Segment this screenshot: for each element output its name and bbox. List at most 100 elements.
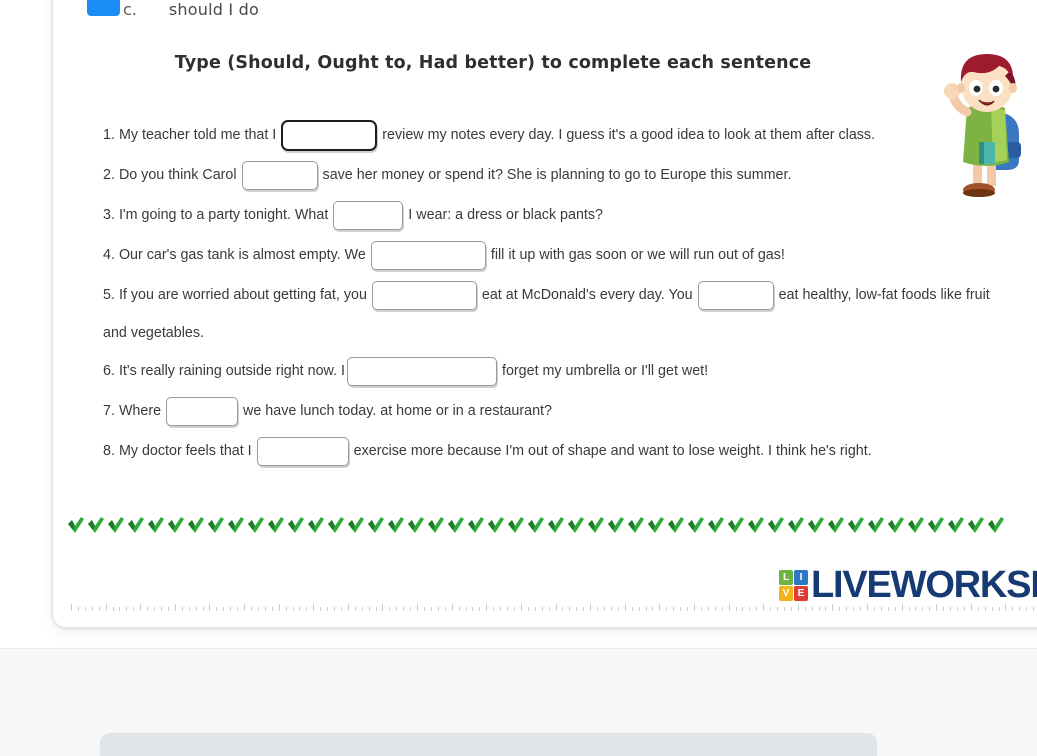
checkmark-icon — [608, 517, 624, 533]
ruler-tick — [597, 607, 599, 611]
checkmark-icon — [108, 517, 124, 533]
answer-input-4[interactable] — [370, 240, 486, 270]
checkmark-icon — [408, 517, 424, 533]
answer-input-7[interactable] — [166, 396, 239, 426]
ruler-tick — [98, 607, 100, 611]
checkmark-icon — [488, 517, 504, 533]
ruler-tick — [368, 607, 370, 611]
ruler-tick — [500, 607, 502, 611]
checkmark-icon — [888, 517, 904, 533]
ruler-tick — [950, 607, 952, 611]
question-text-before: If you are worried about getting fat, yo… — [118, 287, 367, 303]
ruler-tick — [354, 607, 356, 611]
ruler-tick — [728, 604, 730, 611]
ruler-tick — [583, 607, 585, 611]
checkmark-icon — [588, 517, 604, 533]
checkmark-icon — [448, 517, 464, 533]
answer-input-5b[interactable] — [697, 280, 774, 310]
checkmark-icon — [168, 517, 184, 533]
question-number: 3. — [103, 207, 115, 223]
question-text-after: eat healthy, low-fat foods like fruit — [778, 287, 990, 303]
ruler-tick — [998, 607, 1000, 611]
question-row: 5. If you are worried about getting fat,… — [53, 275, 1037, 315]
checkmark-icon — [968, 517, 984, 533]
ruler-tick — [437, 607, 439, 611]
ruler-tick — [112, 607, 114, 611]
ruler-tick — [908, 607, 910, 611]
ruler-tick — [763, 604, 765, 611]
question-number: 8. — [103, 443, 115, 459]
ruler-tick — [624, 604, 626, 611]
ruler-tick — [507, 607, 509, 611]
checkmark-divider — [65, 513, 1037, 539]
ruler-tick — [417, 604, 419, 611]
answer-input-6[interactable] — [346, 356, 497, 386]
ruler-tick — [458, 607, 460, 611]
ruler-tick — [216, 607, 218, 611]
ruler-tick — [693, 604, 695, 611]
ruler-tick — [645, 607, 647, 611]
checkmark-icon — [728, 517, 744, 533]
question-row: 8. My doctor feels that I exercise more … — [53, 431, 1037, 471]
checkmark-icon — [708, 517, 724, 533]
ruler-tick — [493, 607, 495, 611]
ruler-tick — [853, 607, 855, 611]
ruler-tick — [84, 607, 86, 611]
worksheet-content: c. should I do Type (Should, Ought to, H… — [53, 0, 1037, 627]
ruler-tick — [770, 607, 772, 611]
ruler-tick — [860, 607, 862, 611]
ruler-tick — [174, 604, 176, 611]
ruler-tick — [970, 604, 972, 611]
checkmark-icon — [908, 517, 924, 533]
option-letter: c. — [123, 0, 137, 19]
ruler-tick — [652, 607, 654, 611]
ruler-tick — [1033, 607, 1035, 611]
bottom-grey-panel — [100, 733, 877, 756]
ruler-tick — [1026, 607, 1028, 611]
ruler-tick — [195, 607, 197, 611]
answer-input-8[interactable] — [256, 436, 349, 466]
checkmark-icon — [308, 517, 324, 533]
ruler-tick — [444, 607, 446, 611]
ruler-tick — [894, 607, 896, 611]
ruler-tick — [590, 604, 592, 611]
question-text-after: exercise more because I'm out of shape a… — [353, 443, 872, 459]
ruler-tick — [638, 607, 640, 611]
checkmark-icon — [468, 517, 484, 533]
ruler-tick — [340, 607, 342, 611]
ruler-tick — [327, 607, 329, 611]
checkmark-icon — [648, 517, 664, 533]
question-text-after: we have lunch today. at home or in a res… — [243, 403, 552, 419]
ruler-tick — [825, 607, 827, 611]
question-number: 2. — [103, 167, 115, 183]
checkmark-icon — [688, 517, 704, 533]
ruler-tick — [534, 607, 536, 611]
answer-input-2[interactable] — [241, 160, 318, 190]
checkmark-icon — [368, 517, 384, 533]
answer-input-5a[interactable] — [371, 280, 477, 310]
checkmark-icon — [248, 517, 264, 533]
ruler-tick — [666, 607, 668, 611]
question-row: 4. Our car's gas tank is almost empty. W… — [53, 235, 1037, 275]
checkmark-icon — [848, 517, 864, 533]
ruler-tick — [569, 607, 571, 611]
logo-tile-l: L — [779, 569, 793, 585]
question-row: 3. I'm going to a party tonight. What I … — [53, 195, 1037, 235]
answer-input-1[interactable] — [281, 119, 378, 151]
ruler-tick — [361, 607, 363, 611]
ruler-tick — [873, 607, 875, 611]
ruler-tick — [887, 607, 889, 611]
ruler-tick — [133, 607, 135, 611]
ruler-tick — [264, 607, 266, 611]
selected-option-box[interactable] — [87, 0, 120, 16]
question-text-after: I wear: a dress or black pants? — [408, 207, 603, 223]
ruler-tick — [804, 607, 806, 611]
answer-input-3[interactable] — [333, 200, 404, 230]
ruler-tick — [576, 607, 578, 611]
ruler-tick — [91, 607, 93, 611]
question-number: 7. — [103, 403, 115, 419]
checkmark-icon — [568, 517, 584, 533]
ruler-tick — [901, 604, 903, 611]
ruler-tick — [673, 607, 675, 611]
ruler-tick — [977, 607, 979, 611]
